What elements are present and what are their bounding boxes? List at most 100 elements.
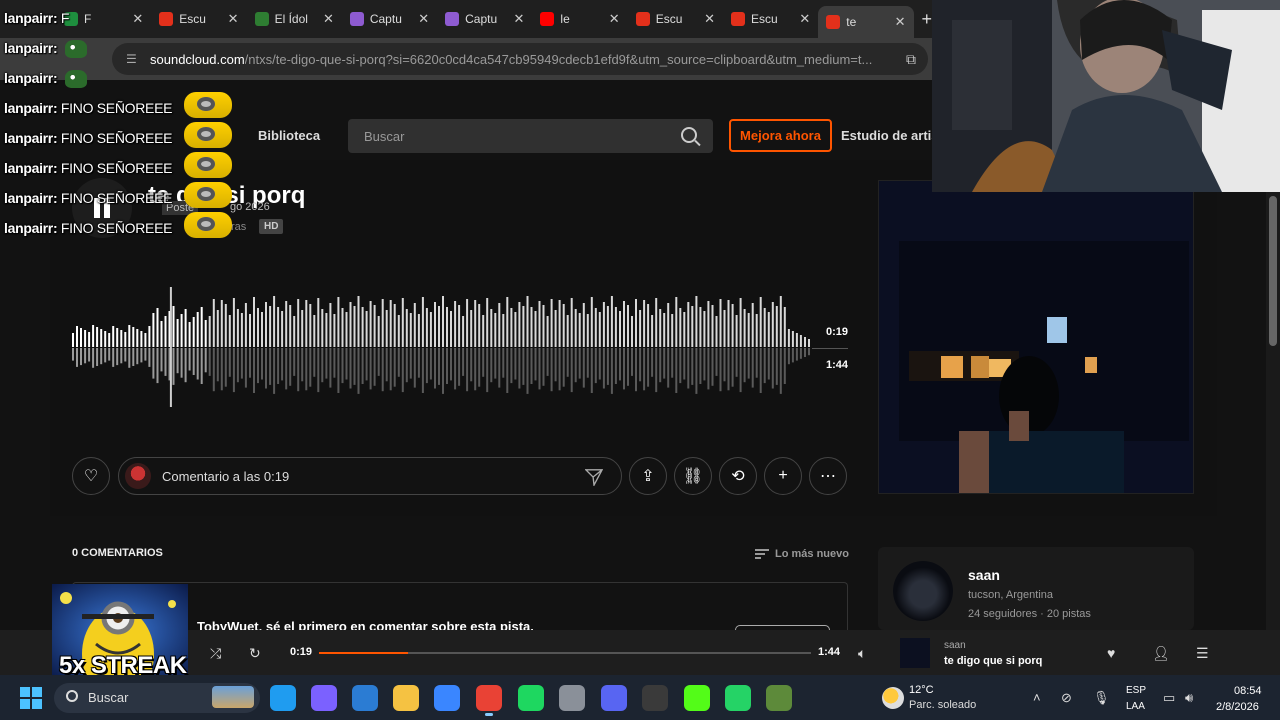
- waveform-bar: [711, 305, 714, 347]
- page-scrollbar[interactable]: [1266, 192, 1280, 630]
- browser-tab[interactable]: Captu ✕: [342, 4, 437, 34]
- comment-input[interactable]: Comentario a las 0:19: [118, 457, 622, 495]
- send-icon[interactable]: [585, 468, 603, 486]
- waveform[interactable]: [72, 285, 812, 410]
- nav-library[interactable]: Biblioteca: [258, 128, 320, 143]
- weather-icon[interactable]: [882, 687, 904, 709]
- waveform-bar: [425, 308, 428, 347]
- close-tab-icon[interactable]: ✕: [323, 11, 334, 27]
- waveform-bar-reflection: [184, 348, 187, 383]
- player-track[interactable]: te digo que si porq: [944, 655, 1042, 667]
- waveform-bar: [261, 312, 263, 347]
- waveform-bar: [747, 313, 750, 347]
- tab-favicon-icon: [730, 12, 745, 26]
- tray-chevron-icon[interactable]: ˄: [1033, 690, 1041, 705]
- add-to-playlist-button[interactable]: +: [764, 457, 802, 495]
- minecraft-icon[interactable]: [766, 685, 792, 711]
- network-off-icon[interactable]: ⊘: [1061, 690, 1072, 706]
- playhead[interactable]: [169, 287, 172, 407]
- scrollbar-thumb[interactable]: [1269, 196, 1277, 346]
- close-tab-icon[interactable]: ✕: [895, 14, 906, 30]
- install-app-icon[interactable]: ⧉: [906, 51, 916, 68]
- close-tab-icon[interactable]: ✕: [799, 11, 810, 27]
- file-explorer-icon[interactable]: [393, 685, 419, 711]
- search-icon[interactable]: [681, 127, 697, 143]
- browser-tab[interactable]: le ✕: [532, 4, 627, 34]
- input-language[interactable]: ESP: [1126, 685, 1146, 696]
- store-icon[interactable]: [434, 685, 460, 711]
- repeat-icon[interactable]: ↻: [249, 645, 261, 662]
- whatsapp-icon[interactable]: [725, 685, 751, 711]
- artist-studio-link[interactable]: Estudio de artis: [841, 128, 939, 143]
- waveform-bar-reflection: [309, 348, 312, 387]
- close-tab-icon[interactable]: ✕: [609, 11, 620, 27]
- stream-chat-overlay: lanpairr: Flanpairr: lanpairr: lanpairr:…: [0, 4, 240, 240]
- sort-dropdown[interactable]: Lo más nuevo: [755, 547, 849, 561]
- waveform-bar: [610, 296, 613, 347]
- edge-icon[interactable]: [270, 685, 296, 711]
- discord-icon[interactable]: [601, 685, 627, 711]
- browser-tab[interactable]: te ✕: [818, 6, 914, 38]
- like-button[interactable]: ♡: [72, 457, 110, 495]
- spotify-icon[interactable]: [518, 685, 544, 711]
- windows-start-icon[interactable]: [20, 687, 42, 709]
- waveform-bar: [518, 302, 521, 347]
- settings-icon[interactable]: [559, 685, 585, 711]
- chat-message: lanpairr: FINO SEÑOREEE: [4, 100, 172, 116]
- waveform-bar-reflection: [751, 348, 754, 388]
- weather-desc[interactable]: Parc. soleado: [909, 699, 976, 711]
- microphone-icon[interactable]: 🎙︎: [1093, 690, 1110, 706]
- waveform-bar: [631, 316, 633, 347]
- repost-button[interactable]: ⟲: [719, 457, 757, 495]
- copilot-icon[interactable]: [311, 685, 337, 711]
- waveform-bar: [775, 306, 778, 347]
- close-tab-icon[interactable]: ✕: [418, 11, 429, 27]
- volume-icon[interactable]: 🔈︎: [858, 645, 866, 662]
- queue-icon[interactable]: ☰: [1196, 645, 1209, 662]
- kick-icon[interactable]: [684, 685, 710, 711]
- progress-bar[interactable]: [319, 652, 811, 654]
- waveform-bar: [417, 314, 420, 347]
- speaker-icon[interactable]: 🔊︎: [1185, 690, 1193, 706]
- more-button[interactable]: ⋯: [809, 457, 847, 495]
- browser-tab[interactable]: Escu ✕: [723, 4, 818, 34]
- waveform-bar: [458, 305, 461, 347]
- waveform-bar-reflection: [357, 348, 360, 394]
- browser-tab[interactable]: El Ídol ✕: [247, 4, 342, 34]
- clock-time[interactable]: 08:54: [1234, 685, 1262, 697]
- input-layout[interactable]: LAA: [1126, 701, 1145, 712]
- shuffle-icon[interactable]: ⤮: [210, 645, 221, 662]
- waveform-bar: [808, 339, 810, 347]
- close-tab-icon[interactable]: ✕: [514, 11, 525, 27]
- search-input[interactable]: Buscar: [348, 119, 713, 153]
- like-icon[interactable]: ♥: [1107, 645, 1115, 661]
- player-artist[interactable]: saan: [944, 640, 966, 651]
- obs-icon[interactable]: [642, 685, 668, 711]
- share-button[interactable]: ⇪: [629, 457, 667, 495]
- waveform-bar: [522, 306, 525, 347]
- upgrade-button[interactable]: Mejora ahora: [729, 119, 832, 152]
- follow-icon[interactable]: 👤︎: [1152, 645, 1170, 662]
- waveform-bar: [208, 316, 211, 347]
- browser-tab[interactable]: Captu ✕: [437, 4, 532, 34]
- waveform-bar-reflection: [470, 348, 473, 382]
- close-tab-icon[interactable]: ✕: [704, 11, 715, 27]
- waveform-bar-reflection: [655, 348, 658, 393]
- waveform-time-divider: [812, 348, 848, 349]
- artist-avatar[interactable]: [893, 561, 953, 621]
- waveform-bar-reflection: [369, 348, 372, 390]
- artist-name[interactable]: saan: [968, 567, 1000, 583]
- clock-date[interactable]: 2/8/2026: [1216, 701, 1259, 713]
- copy-link-button[interactable]: ⛓: [674, 457, 712, 495]
- player-artwork[interactable]: [900, 638, 930, 668]
- chrome-icon[interactable]: [476, 685, 502, 711]
- waveform-bar-reflection: [216, 348, 219, 382]
- artwork-image: [879, 181, 1193, 493]
- new-tab-button[interactable]: +: [922, 9, 933, 30]
- weather-temp[interactable]: 12°C: [909, 684, 934, 696]
- outlook-icon[interactable]: [352, 685, 378, 711]
- waveform-bar: [779, 296, 782, 347]
- wifi-icon[interactable]: ▭: [1163, 690, 1175, 706]
- browser-tab[interactable]: Escu ✕: [628, 4, 723, 34]
- track-artwork[interactable]: [878, 180, 1194, 494]
